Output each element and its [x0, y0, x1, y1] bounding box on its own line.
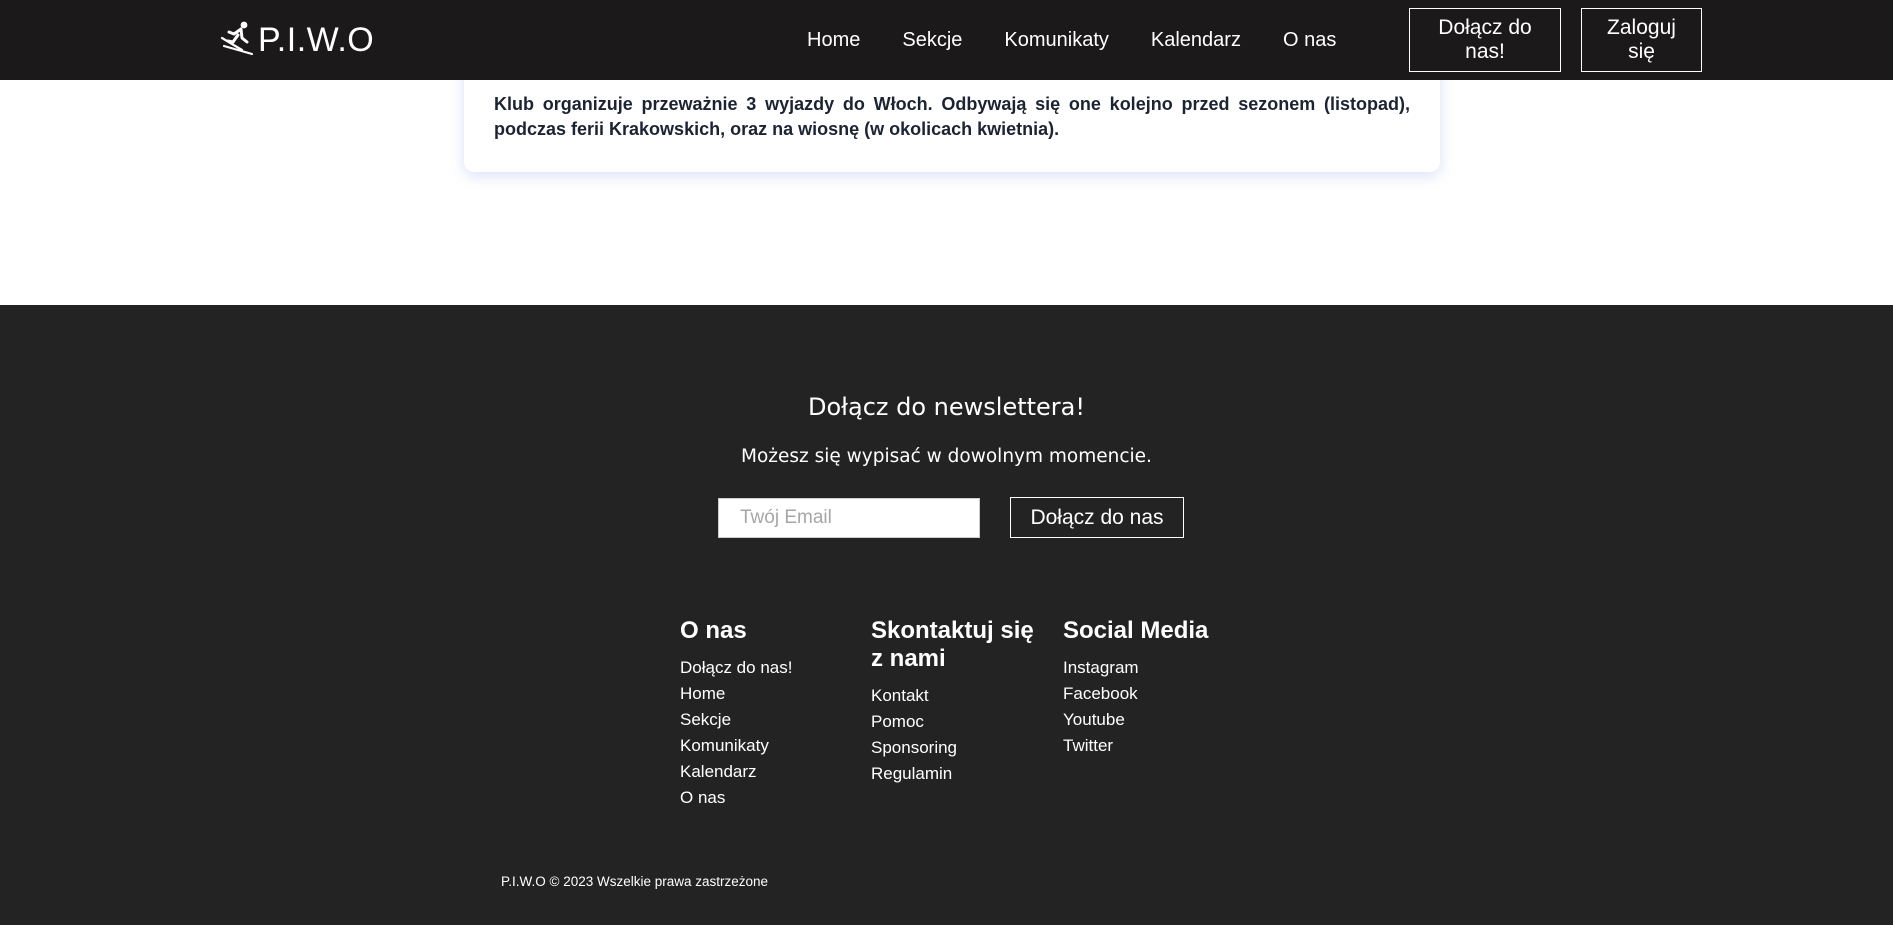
skier-icon — [220, 20, 258, 61]
main-nav: Home Sekcje Komunikaty Kalendarz O nas — [807, 28, 1378, 52]
footer-column-social: Social Media Instagram Facebook Youtube … — [1063, 617, 1233, 759]
list-item: Twitter — [1063, 733, 1233, 759]
list-item: O nas — [680, 785, 850, 811]
footer-link-youtube[interactable]: Youtube — [1063, 710, 1125, 729]
nav-kalendarz[interactable]: Kalendarz — [1151, 28, 1241, 52]
site-footer: Dołącz do newslettera! Możesz się wypisa… — [0, 305, 1893, 925]
footer-link-o-nas[interactable]: O nas — [680, 788, 725, 807]
footer-link-join[interactable]: Dołącz do nas! — [680, 658, 792, 677]
footer-link-list: Dołącz do nas! Home Sekcje Komunikaty Ka… — [680, 655, 850, 811]
footer-column-about: O nas Dołącz do nas! Home Sekcje Komunik… — [680, 617, 850, 811]
footer-link-twitter[interactable]: Twitter — [1063, 736, 1113, 755]
list-item: Komunikaty — [680, 733, 850, 759]
footer-column-title: Social Media — [1063, 617, 1209, 644]
copyright-text: P.I.W.O © 2023 Wszelkie prawa zastrzeżon… — [501, 874, 769, 889]
footer-link-pomoc[interactable]: Pomoc — [871, 712, 924, 731]
footer-link-sekcje[interactable]: Sekcje — [680, 710, 731, 729]
footer-link-instagram[interactable]: Instagram — [1063, 658, 1139, 677]
nav-o-nas[interactable]: O nas — [1283, 28, 1336, 52]
list-item: Instagram — [1063, 655, 1233, 681]
footer-link-kalendarz[interactable]: Kalendarz — [680, 762, 757, 781]
list-item: Pomoc — [871, 709, 1041, 735]
list-item: Home — [680, 681, 850, 707]
list-item: Dołącz do nas! — [680, 655, 850, 681]
nav-home[interactable]: Home — [807, 28, 860, 52]
list-item: Kontakt — [871, 683, 1041, 709]
newsletter-title: Dołącz do newslettera! — [808, 393, 1085, 421]
login-button[interactable]: Zaloguj się — [1581, 8, 1702, 72]
footer-link-komunikaty[interactable]: Komunikaty — [680, 736, 769, 755]
content-paragraph: Klub organizuje przeważnie 3 wyjazdy do … — [494, 94, 1410, 139]
list-item: Sponsoring — [871, 735, 1041, 761]
list-item: Kalendarz — [680, 759, 850, 785]
nav-sekcje[interactable]: Sekcje — [902, 28, 962, 52]
newsletter-email-input[interactable] — [718, 498, 980, 538]
join-button[interactable]: Dołącz do nas! — [1409, 8, 1561, 72]
brand-name: P.I.W.O — [258, 20, 375, 59]
footer-column-contact: Skontaktuj się z nami Kontakt Pomoc Spon… — [871, 617, 1041, 787]
footer-link-regulamin[interactable]: Regulamin — [871, 764, 952, 783]
nav-komunikaty[interactable]: Komunikaty — [1004, 28, 1109, 52]
brand-logo-link[interactable]: P.I.W.O — [220, 18, 374, 62]
footer-link-kontakt[interactable]: Kontakt — [871, 686, 929, 705]
list-item: Sekcje — [680, 707, 850, 733]
footer-column-title: Skontaktuj się z nami — [871, 617, 1034, 672]
newsletter-join-button[interactable]: Dołącz do nas — [1010, 497, 1184, 538]
list-item: Youtube — [1063, 707, 1233, 733]
list-item: Regulamin — [871, 761, 1041, 787]
footer-link-home[interactable]: Home — [680, 684, 725, 703]
list-item: Facebook — [1063, 681, 1233, 707]
top-navbar: P.I.W.O Home Sekcje Komunikaty Kalendarz… — [0, 0, 1893, 80]
footer-link-facebook[interactable]: Facebook — [1063, 684, 1138, 703]
footer-link-list: Kontakt Pomoc Sponsoring Regulamin — [871, 683, 1041, 787]
newsletter-subtitle: Możesz się wypisać w dowolnym momencie. — [741, 446, 1152, 467]
footer-link-sponsoring[interactable]: Sponsoring — [871, 738, 957, 757]
footer-column-title: O nas — [680, 617, 747, 644]
footer-link-list: Instagram Facebook Youtube Twitter — [1063, 655, 1233, 759]
